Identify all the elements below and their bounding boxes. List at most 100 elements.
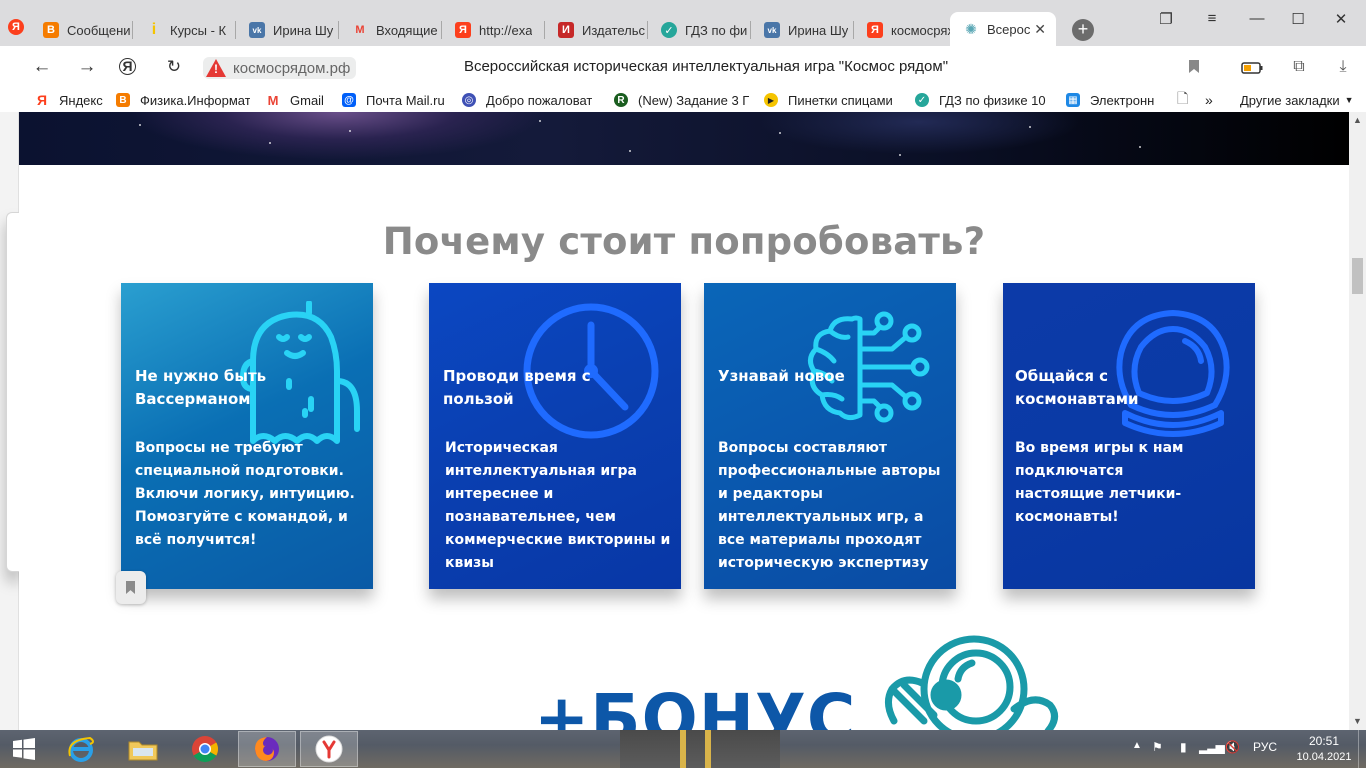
maximize-icon[interactable]: ☐ (1286, 10, 1310, 28)
show-desktop-button[interactable] (1358, 730, 1366, 768)
internet-explorer-icon (68, 736, 94, 762)
clock-time: 20:51 (1308, 734, 1340, 748)
bookmark-label: Почта Mail.ru (366, 92, 445, 108)
battery-tray-icon[interactable]: ▮ (1180, 740, 1187, 754)
card-title: Общайся с космонавтами (1015, 367, 1139, 408)
globe-icon: ◎ (462, 93, 476, 107)
tab-7[interactable]: ✓ ГДЗ по фи (648, 14, 751, 46)
gdz-icon: ✓ (915, 93, 929, 107)
taskbar-clock[interactable]: 20:51 10.04.2021 (1296, 733, 1352, 765)
address-bar: ← → Я ↻ космосрядом.рф Всероссийская ист… (0, 46, 1366, 88)
scroll-thumb[interactable] (1352, 258, 1363, 294)
tab-manager-icon[interactable]: ❐ (1154, 10, 1178, 28)
download-icon[interactable]: ⤓ (1332, 58, 1354, 78)
minimize-icon[interactable]: — (1245, 10, 1269, 28)
feature-card-4: Общайся с космонавтами Во время игры к н… (1003, 283, 1255, 589)
bookmark-label: (New) Задание 3 Г (638, 92, 750, 108)
tab-8[interactable]: vk Ирина Шу (751, 14, 854, 46)
warning-icon[interactable] (206, 59, 226, 77)
more-bookmarks-icon[interactable]: » (1205, 91, 1213, 109)
bookmark-mail[interactable]: @ Почта Mail.ru (342, 91, 445, 109)
chrome-icon (192, 736, 219, 763)
tray-expand-icon[interactable]: ▲ (1132, 740, 1142, 751)
language-indicator[interactable]: РУС (1253, 740, 1277, 754)
yandex-browser-icon (315, 735, 343, 763)
feature-card-1: Не нужно быть Вассерманом Вопросы не тре… (121, 283, 373, 589)
card-title: Проводи время с пользой (443, 367, 591, 408)
tab-label: Ирина Шу (788, 22, 849, 38)
tab-2[interactable]: i Курсы - К (133, 14, 236, 46)
yandex-icon: Я (36, 92, 48, 108)
r-icon: R (614, 93, 628, 107)
bookmark-elektronn[interactable]: ▦ Электронн (1066, 91, 1154, 109)
volume-muted-icon[interactable]: 🔇 (1225, 740, 1240, 754)
tab-9[interactable]: Я космосрях (854, 14, 957, 46)
reload-icon[interactable]: ↻ (163, 56, 185, 78)
section-title: Почему стоит попробовать? (382, 220, 986, 263)
start-button[interactable] (0, 731, 48, 767)
bookmark-icon[interactable] (1183, 59, 1205, 79)
bookmark-gmail[interactable]: M Gmail (266, 91, 324, 109)
forward-icon[interactable]: → (76, 56, 98, 78)
taskbar-explorer[interactable] (114, 731, 172, 767)
tab-label: Издательс (582, 22, 646, 38)
feature-card-2: Проводи время с пользой Историческая инт… (429, 283, 681, 589)
wallpaper-road (620, 730, 780, 768)
yandex-browser-icon[interactable]: Я (8, 19, 24, 35)
gdz-icon: ✓ (661, 22, 677, 38)
url-field[interactable]: космосрядом.рф (203, 57, 357, 79)
bookmark-zadanie[interactable]: R (New) Задание 3 Г (614, 91, 749, 109)
card-text: Историческая интеллектуальная игра интер… (445, 440, 671, 571)
scroll-up-icon[interactable]: ▲ (1349, 112, 1366, 129)
tab-6[interactable]: И Издательс (545, 14, 648, 46)
bookmark-yandex[interactable]: Я Яндекс (35, 91, 103, 109)
tab-label: ГДЗ по фи (685, 22, 748, 38)
tab-1[interactable]: B Сообщени (30, 14, 133, 46)
taskbar-chrome[interactable] (176, 731, 234, 767)
bookmark-label: Яндекс (59, 92, 103, 108)
flag-icon[interactable]: ⚑ (1152, 740, 1163, 754)
back-icon[interactable]: ← (31, 56, 53, 78)
bookmark-fizika[interactable]: B Физика.Информат (116, 91, 250, 109)
vk-icon: vk (249, 22, 265, 38)
tab-3[interactable]: vk Ирина Шу (236, 14, 339, 46)
taskbar-firefox[interactable] (238, 731, 296, 767)
new-tab-button[interactable]: + (1072, 19, 1094, 41)
card-title: Узнавай новое (718, 367, 845, 385)
url-text: космосрядом.рф (233, 59, 351, 77)
menu-icon[interactable]: ≡ (1200, 10, 1224, 28)
vk-icon: vk (764, 22, 780, 38)
save-bookmark-button[interactable] (116, 571, 146, 604)
tab-4[interactable]: M Входящие (339, 14, 442, 46)
close-window-icon[interactable]: ✕ (1329, 10, 1353, 28)
mail-icon: @ (342, 93, 356, 107)
taskbar-yandex-browser[interactable] (300, 731, 358, 767)
signal-icon[interactable]: ▂▃▅ (1199, 740, 1225, 754)
bookmark-label: Физика.Информат (140, 92, 250, 108)
side-panel-strip (0, 112, 20, 730)
tab-label: Всерос (987, 21, 1031, 37)
extensions-icon[interactable]: ⧉ (1288, 58, 1310, 78)
page-scrollbar[interactable]: ▲ ▼ (1349, 112, 1366, 730)
tab-5[interactable]: Я http://exa (442, 14, 545, 46)
blogger-icon: B (116, 93, 130, 107)
chevron-down-icon: ▼ (1344, 95, 1354, 105)
battery-icon[interactable] (1241, 61, 1263, 81)
file-icon[interactable]: 🗋 (1177, 90, 1188, 109)
bookmark-dobro[interactable]: ◎ Добро пожаловат (462, 91, 592, 109)
close-tab-icon[interactable]: ✕ (1034, 21, 1046, 38)
bookmark-gdz[interactable]: ✓ ГДЗ по физике 10 (915, 91, 1046, 109)
yandex-logo-icon[interactable]: Я (119, 58, 136, 75)
other-bookmarks[interactable]: Другие закладки ▼ (1240, 91, 1354, 109)
page-title: Всероссийская историческая интеллектуаль… (463, 58, 949, 75)
tab-label: Входящие (376, 22, 438, 38)
bookmarks-bar: Я Яндекс B Физика.Информат M Gmail @ Поч… (0, 88, 1366, 112)
page-viewport: Почему стоит попробовать? Не нужно быть … (19, 112, 1349, 730)
play-icon: ▶ (764, 93, 778, 107)
folder-icon (128, 741, 158, 761)
bookmark-pinetki[interactable]: ▶ Пинетки спицами (764, 91, 893, 109)
bookmark-label: Gmail (290, 92, 324, 108)
taskbar-ie[interactable] (52, 731, 110, 767)
feature-card-3: Узнавай новое Вопросы составляют професс… (704, 283, 956, 589)
scroll-down-icon[interactable]: ▼ (1349, 713, 1366, 730)
